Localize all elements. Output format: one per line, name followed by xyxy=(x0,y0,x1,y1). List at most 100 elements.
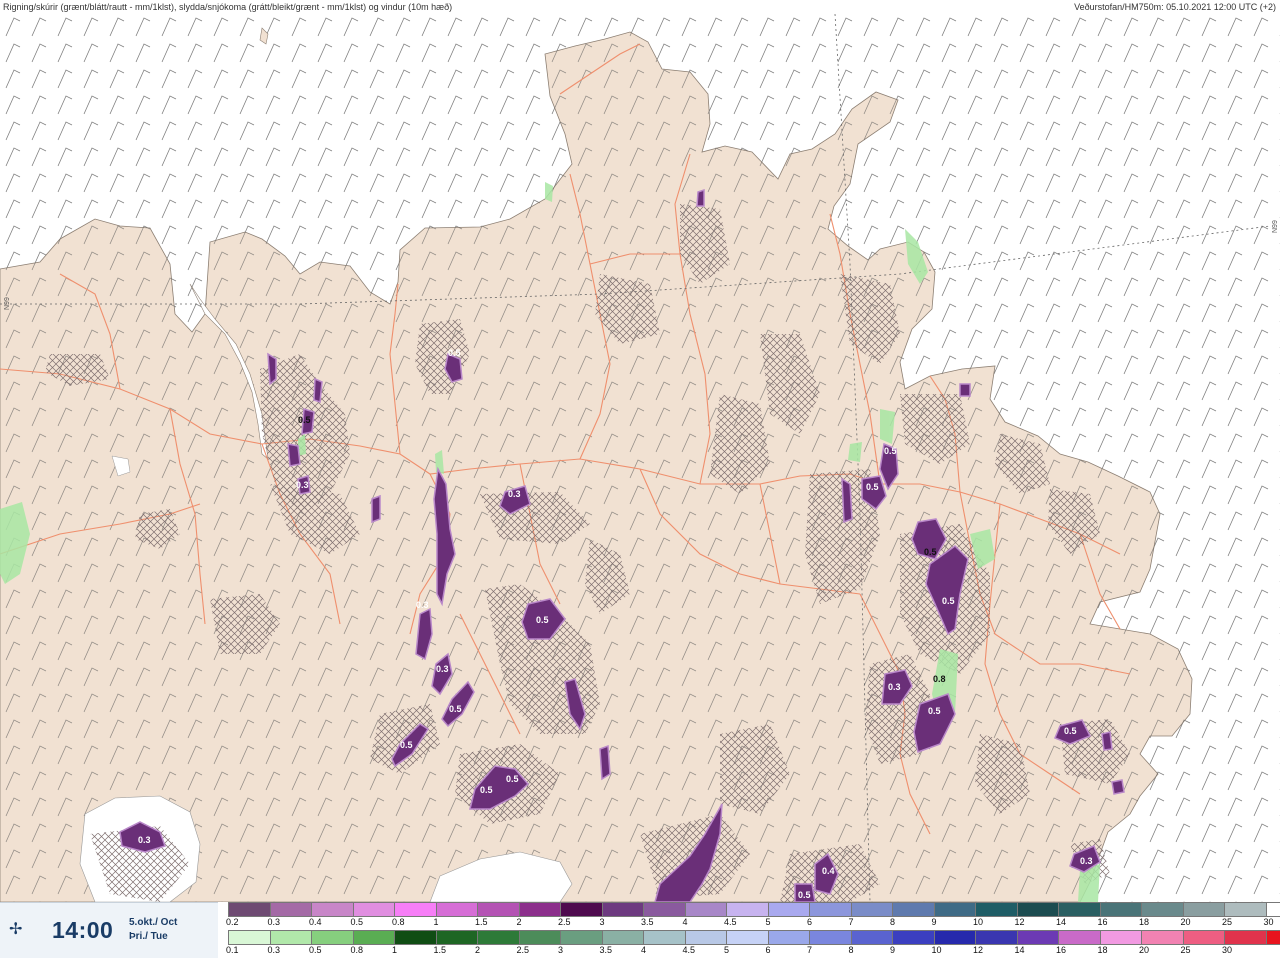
rain-swatch xyxy=(1224,930,1266,945)
snow-swatch xyxy=(975,902,1017,917)
forecast-weekday: Þri./ Tue xyxy=(129,931,168,942)
rain-swatch xyxy=(1099,930,1141,945)
snow-scale-label: 0.4 xyxy=(309,917,322,927)
rain-swatch xyxy=(1016,930,1058,945)
snow-swatch xyxy=(767,902,809,917)
snow-scale-label: 4 xyxy=(682,917,688,927)
snow-scale-label: 6 xyxy=(807,917,813,927)
snow-swatch xyxy=(477,902,519,917)
rain-scale-label: 0.5 xyxy=(309,945,322,955)
rain-scale-labels: 0.1 0.3 0.5 0.8 1 1.5 2 2.5 3 3.5 4 4.5 5 6 7 8 9 10 12 14 1… xyxy=(226,945,1268,956)
snow-scale-label: 25 xyxy=(1222,917,1233,927)
rain-scale-label: 16 xyxy=(1056,945,1067,955)
value-label: 0.5 xyxy=(448,348,461,358)
value-label: 0.4 xyxy=(822,866,835,876)
rain-scale-label: 5 xyxy=(724,945,730,955)
rain-swatch xyxy=(477,930,519,945)
snow-scale-label: 0.3 xyxy=(267,917,281,927)
value-label: 0.5 xyxy=(298,415,311,425)
snow-scale-label: 3.5 xyxy=(641,917,654,927)
rain-scale-label: 25 xyxy=(1180,945,1191,955)
rain-swatch xyxy=(560,930,602,945)
value-label: 0.5 xyxy=(884,446,897,456)
snow-scale-label: 20 xyxy=(1180,917,1191,927)
value-label: 0.3 xyxy=(888,682,901,692)
snow-scale-label: 2 xyxy=(516,917,522,927)
time-panel: ✢ 14:00 5.okt./ Oct Þri./ Tue xyxy=(0,902,218,958)
snow-swatch xyxy=(1224,902,1266,917)
rain-swatch xyxy=(1141,930,1183,945)
rain-scale-label: 10 xyxy=(931,945,942,955)
rain-scale-label: 2.5 xyxy=(516,945,530,955)
snow-scale-label: 16 xyxy=(1097,917,1108,927)
snow-swatch xyxy=(228,902,270,917)
rain-scale-label: 30 xyxy=(1222,945,1233,955)
rain-scale-label: 0.3 xyxy=(267,945,281,955)
model-run-timestamp: Veðurstofan/HM750m: 05.10.2021 12:00 UTC… xyxy=(1074,2,1276,12)
snow-swatch xyxy=(1016,902,1058,917)
snow-swatch xyxy=(1058,902,1100,917)
rain-scale-label: 0.8 xyxy=(350,945,364,955)
value-label: 0.5 xyxy=(924,547,937,557)
rain-scale-label: 7 xyxy=(807,945,813,955)
snow-swatch xyxy=(1099,902,1141,917)
snow-scale-label: 0.2 xyxy=(226,917,239,927)
rain-swatch xyxy=(975,930,1017,945)
rain-scale-label: 12 xyxy=(973,945,984,955)
map-title: Rigning/skúrir (grænt/blátt/rautt - mm/1… xyxy=(3,2,453,12)
snow-scale-label: 30 xyxy=(1263,917,1274,927)
rain-swatch xyxy=(767,930,809,945)
value-label: 0.5 xyxy=(942,596,955,606)
snow-scale-label: 1.5 xyxy=(475,917,488,927)
value-label: 0.5 xyxy=(480,785,493,795)
forecast-map[interactable]: 0.5 0.3 0.5 0.3 0.5 0.3 0.5 0.5 0.5 0.3 … xyxy=(0,14,1280,902)
snow-swatch xyxy=(311,902,353,917)
forecast-date: 5.okt./ Oct xyxy=(129,917,178,928)
snow-scale-label: 12 xyxy=(1014,917,1025,927)
snow-scale-label: 4.5 xyxy=(724,917,737,927)
snow-scale-label: 14 xyxy=(1056,917,1067,927)
snow-swatch xyxy=(933,902,975,917)
rain-swatch xyxy=(933,930,975,945)
snow-swatch xyxy=(518,902,560,917)
rain-scale-label: 3.5 xyxy=(599,945,613,955)
value-label: 0.5 xyxy=(928,706,941,716)
value-label: 0.3 xyxy=(508,489,521,499)
rain-swatch xyxy=(643,930,685,945)
rain-swatch xyxy=(892,930,934,945)
precip-legend: 0.2 0.3 0.4 0.5 0.8 1 1.5 2 2.5 3 3.5 4 4.5 5 6 7 8 9 10 12… xyxy=(218,902,1280,958)
forecast-time: 14:00 xyxy=(52,917,114,943)
rain-scale-label: 20 xyxy=(1139,945,1150,955)
rain-color-scale xyxy=(228,930,1280,945)
grid-label-right: N99 xyxy=(1272,220,1279,233)
snow-scale-labels: 0.2 0.3 0.4 0.5 0.8 1 1.5 2 2.5 3 3.5 4 4.5 5 6 7 8 9 10 12… xyxy=(226,917,1274,928)
rain-swatch xyxy=(311,930,353,945)
snow-scale-label: 2.5 xyxy=(558,917,571,927)
rain-swatch xyxy=(809,930,851,945)
snow-color-scale xyxy=(228,902,1280,917)
rain-swatch xyxy=(352,930,394,945)
rain-swatch xyxy=(1182,930,1224,945)
value-label: 0.5 xyxy=(798,890,811,900)
value-label: 0.5 xyxy=(536,615,549,625)
rain-swatch xyxy=(850,930,892,945)
rain-scale-label: 18 xyxy=(1097,945,1108,955)
wind-compass-icon: ✢ xyxy=(9,921,23,938)
snow-swatch xyxy=(684,902,726,917)
rain-scale-label: 2 xyxy=(475,945,481,955)
rain-scale-label: 6 xyxy=(765,945,771,955)
value-label: 0.3 xyxy=(436,664,449,674)
rain-scale-label: 1 xyxy=(392,945,398,955)
rain-scale-label: 3 xyxy=(558,945,564,955)
snow-swatch xyxy=(892,902,934,917)
snow-swatch xyxy=(269,902,311,917)
rain-scale-label: 1.5 xyxy=(433,945,447,955)
value-label: 0.3 xyxy=(1080,856,1093,866)
snow-scale-label: 18 xyxy=(1139,917,1150,927)
grid-label-left: N99 xyxy=(4,297,11,310)
value-label: 0.5 xyxy=(449,704,462,714)
snow-swatch xyxy=(352,902,394,917)
rain-swatch xyxy=(601,930,643,945)
snow-swatch xyxy=(809,902,851,917)
rain-scale-label: 4 xyxy=(641,945,647,955)
